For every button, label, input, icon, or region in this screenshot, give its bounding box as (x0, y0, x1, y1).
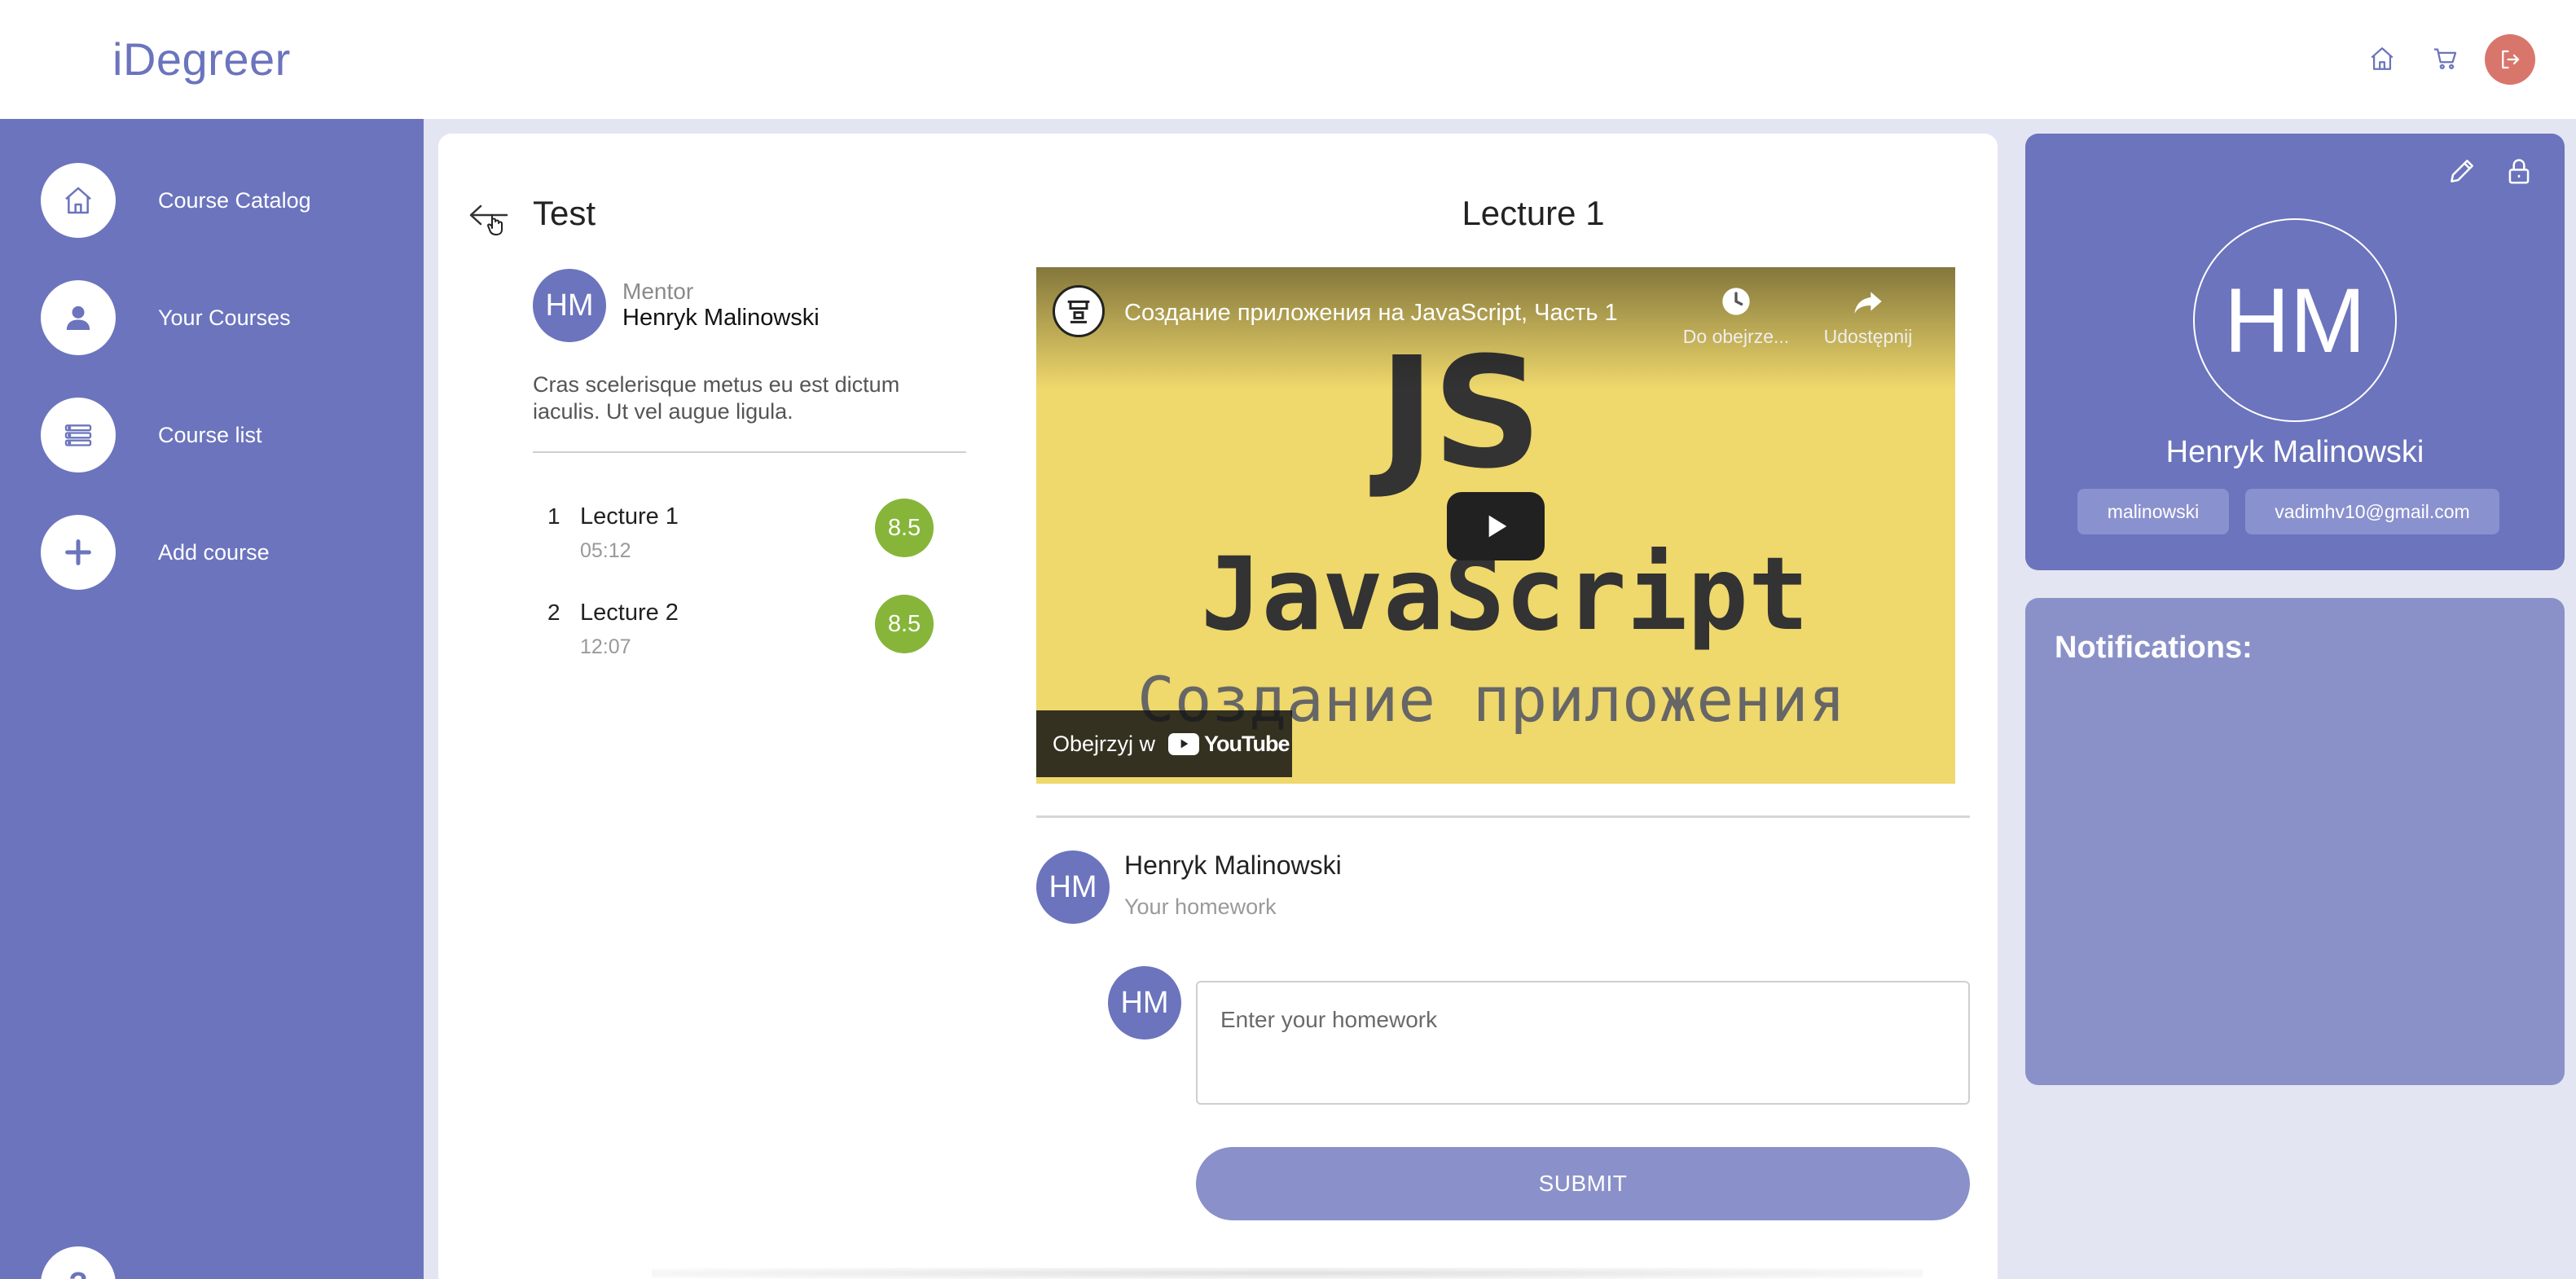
home-icon (41, 163, 116, 238)
youtube-logo: YouTube (1168, 732, 1290, 757)
lecture-title: Lecture 1 (580, 503, 679, 530)
lecture-title: Lecture 2 (580, 600, 679, 626)
lecture-number: 1 (547, 503, 560, 529)
divider (533, 451, 966, 453)
watch-on-label: Obejrzyj w (1053, 731, 1156, 756)
edit-pencil-icon[interactable] (2444, 153, 2480, 189)
sidebar-item-label: Add course (158, 539, 270, 565)
current-user-avatar: HM (1108, 966, 1181, 1039)
list-icon (41, 398, 116, 472)
notifications-panel: Notifications: (2025, 598, 2565, 1085)
profile-avatar: HM (2193, 218, 2397, 422)
home-icon[interactable] (2364, 41, 2400, 77)
back-arrow-icon[interactable] (466, 200, 512, 236)
sidebar-item-course-list[interactable]: Course list (41, 398, 399, 472)
sidebar-item-label: Course list (158, 422, 262, 447)
hand-cursor-icon (487, 214, 503, 235)
app-logo[interactable]: iDegreer (112, 33, 291, 86)
mentor-role: Mentor (622, 279, 694, 304)
channel-logo-icon (1067, 300, 1090, 323)
share-icon (1854, 292, 1882, 314)
email-chip: vadimhv10@gmail.com (2245, 489, 2499, 534)
share-button[interactable]: Udostępnij (1799, 285, 1937, 348)
sidebar: Course Catalog Your Courses Course list … (0, 119, 424, 1279)
profile-name: Henryk Malinowski (2165, 435, 2424, 469)
username-chip: malinowski (2077, 489, 2229, 534)
mentor-name: Henryk Malinowski (622, 305, 820, 331)
lecture-score-badge: 8.5 (875, 595, 934, 653)
watch-later-label: Do obejrze... (1682, 326, 1790, 347)
lecture-duration: 12:07 (580, 635, 631, 658)
help-button[interactable]: ? (41, 1246, 116, 1279)
profile-card: HM Henryk Malinowski malinowski vadimhv1… (2025, 134, 2565, 570)
lock-icon[interactable] (2501, 153, 2537, 189)
course-content-card: Test HM Mentor Henryk Malinowski Cras sc… (438, 134, 1998, 1279)
logout-button[interactable] (2485, 34, 2535, 85)
sidebar-item-label: Your Courses (158, 305, 291, 330)
divider (1036, 815, 1970, 818)
top-bar: iDegreer (0, 0, 2576, 119)
comment-author-name: Henryk Malinowski (1124, 850, 1342, 880)
plus-icon (41, 515, 116, 590)
sidebar-item-your-courses[interactable]: Your Courses (41, 280, 399, 355)
youtube-play-icon (1168, 732, 1200, 755)
clock-icon (1722, 288, 1750, 315)
lecture-number: 2 (547, 600, 560, 625)
user-icon (41, 280, 116, 355)
watch-later-button[interactable]: Do obejrze... (1667, 285, 1805, 348)
video-player[interactable]: JS JavaScript Создание приложения Создан… (1036, 267, 1955, 784)
homework-input[interactable] (1196, 981, 1970, 1105)
comment-text: Your homework (1124, 894, 1277, 919)
video-title[interactable]: Создание приложения на JavaScript, Часть… (1124, 300, 1618, 327)
course-title: Test (533, 194, 596, 232)
lecture-score-badge: 8.5 (875, 499, 934, 557)
lecture-heading: Lecture 1 (1462, 194, 1605, 232)
sidebar-item-label: Course Catalog (158, 187, 311, 213)
course-description: Cras scelerisque metus eu est dictum iac… (533, 372, 900, 424)
share-label: Udostępnij (1823, 326, 1913, 347)
submit-button[interactable]: SUBMIT (1196, 1147, 1970, 1220)
play-button[interactable] (1447, 492, 1545, 560)
comment-author-avatar: HM (1036, 850, 1110, 924)
sidebar-item-add-course[interactable]: Add course (41, 515, 399, 590)
play-icon (1488, 515, 1507, 538)
channel-avatar[interactable] (1053, 285, 1105, 337)
watch-on-youtube-button[interactable]: Obejrzyj w YouTube (1036, 710, 1292, 777)
sidebar-item-course-catalog[interactable]: Course Catalog (41, 163, 399, 238)
lecture-list-item[interactable]: 1 Lecture 1 05:12 8.5 (547, 499, 947, 572)
mentor-avatar: HM (533, 269, 606, 342)
notifications-title: Notifications: (2055, 631, 2253, 665)
logout-icon (2502, 50, 2520, 69)
lecture-duration: 05:12 (580, 539, 631, 562)
cart-icon[interactable] (2428, 41, 2464, 77)
lecture-list-item[interactable]: 2 Lecture 2 12:07 8.5 (547, 595, 947, 668)
